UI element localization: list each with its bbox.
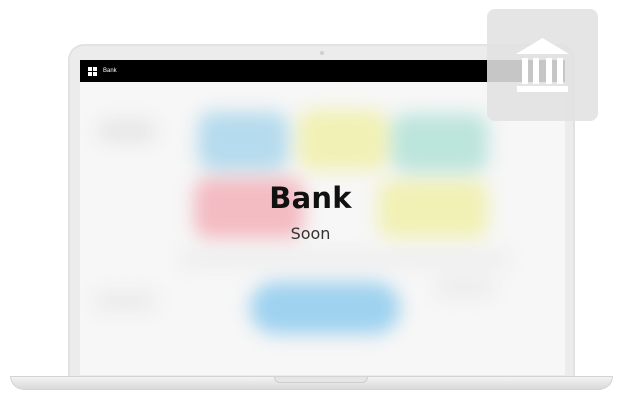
bank-building-icon [516,38,569,92]
grid-logo-icon [88,66,97,76]
webcam-icon [319,51,324,55]
laptop-notch [274,377,368,383]
overlay-title: Bank [269,181,352,215]
topbar-title: Bank [103,68,117,74]
laptop-mockup: Bank Bank Soon [0,0,621,397]
overlay-subtitle: Soon [290,224,331,243]
